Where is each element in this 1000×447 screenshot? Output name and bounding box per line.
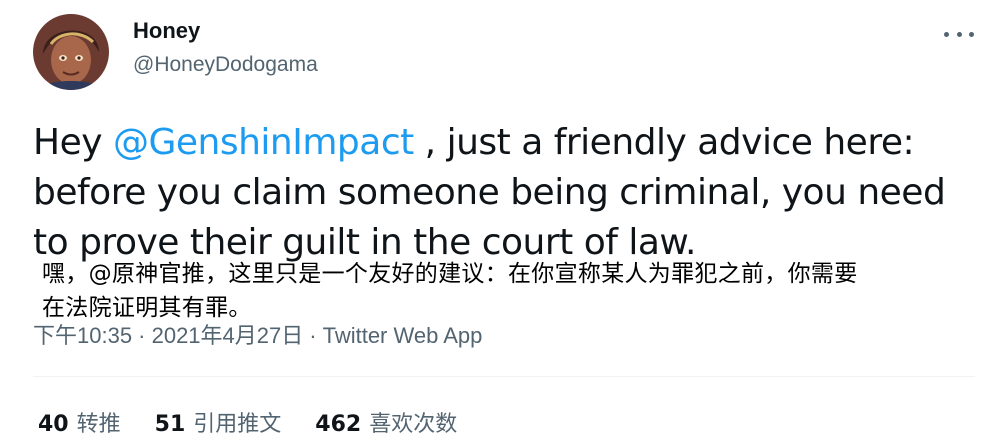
translation-caption: 嘿，@原神官推，这里只是一个友好的建议：在你宣称某人为罪犯之前，你需要 在法院证… [42, 257, 992, 325]
tweet-card: Honey @HoneyDodogama Hey @GenshinImpact … [0, 0, 1000, 447]
more-dot [969, 31, 974, 37]
retweets-label: 转推 [76, 412, 121, 437]
author-handle[interactable]: @HoneyDodogama [133, 53, 318, 77]
author-display-name[interactable]: Honey [133, 18, 200, 44]
quotes-label: 引用推文 [193, 412, 282, 437]
tweet-text: Hey @GenshinImpact , just a friendly adv… [33, 118, 973, 268]
divider [33, 376, 975, 377]
more-dot [956, 31, 962, 37]
avatar[interactable] [33, 14, 109, 90]
engagement-stats: 40 转推 51 引用推文 462 喜欢次数 [38, 406, 457, 438]
mention-link[interactable]: @GenshinImpact [113, 122, 414, 163]
timestamp-link[interactable]: 下午10:35 · 2021年4月27日 [33, 323, 303, 348]
tweet-meta: 下午10:35 · 2021年4月27日 · Twitter Web App [33, 318, 482, 350]
retweets-stat[interactable]: 40 转推 [38, 406, 121, 438]
meta-separator: · [309, 323, 317, 348]
more-dot [944, 31, 949, 37]
tweet-text-prefix: Hey [33, 122, 113, 163]
likes-count: 462 [315, 412, 362, 437]
retweets-count: 40 [38, 412, 69, 437]
quotes-stat[interactable]: 51 引用推文 [155, 406, 282, 438]
likes-stat[interactable]: 462 喜欢次数 [315, 406, 457, 438]
likes-label: 喜欢次数 [369, 412, 458, 437]
translation-line: 嘿，@原神官推，这里只是一个友好的建议：在你宣称某人为罪犯之前，你需要 [42, 261, 858, 287]
avatar-portrait-icon [33, 14, 109, 90]
more-horizontal-icon[interactable] [944, 26, 974, 42]
quotes-count: 51 [154, 412, 186, 437]
source-link[interactable]: Twitter Web App [323, 323, 483, 348]
